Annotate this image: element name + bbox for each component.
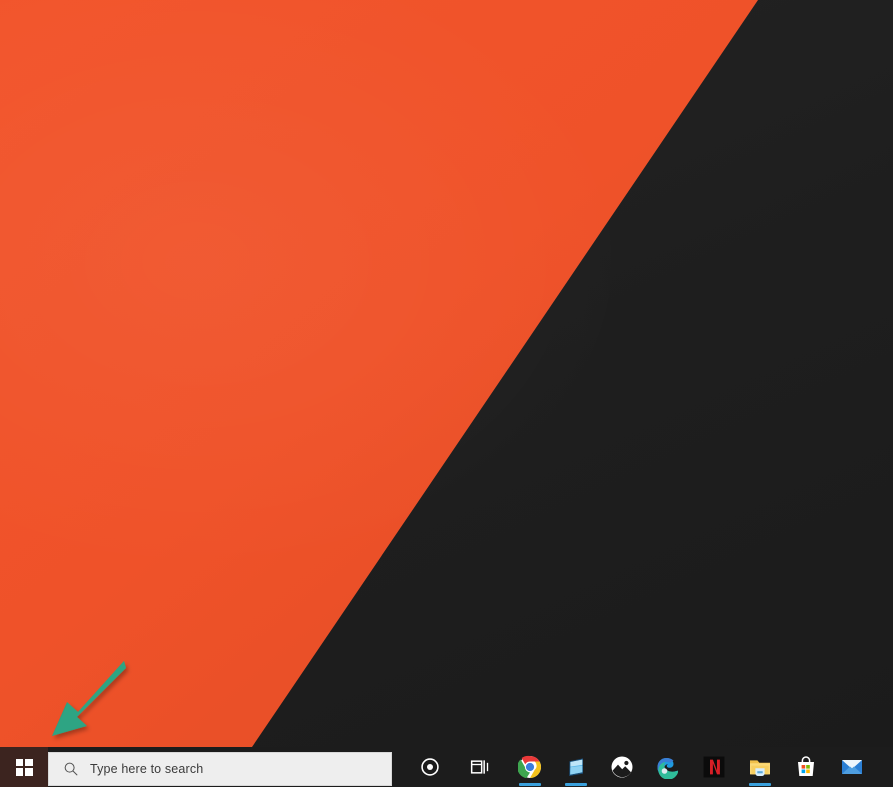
search-placeholder-text: Type here to search xyxy=(90,761,204,776)
netflix-button[interactable] xyxy=(694,747,734,787)
windows-logo-pane-2 xyxy=(25,758,33,766)
taskbar: Type here to search xyxy=(0,747,893,787)
running-indicator xyxy=(565,783,587,786)
mail-button[interactable] xyxy=(832,747,872,787)
chrome-button[interactable] xyxy=(510,747,550,787)
windows-logo-pane-1 xyxy=(15,758,23,766)
start-button[interactable] xyxy=(0,747,48,787)
edge-icon xyxy=(657,758,678,779)
desktop-wallpaper[interactable] xyxy=(0,0,893,747)
photos-button[interactable] xyxy=(602,747,642,787)
windows-logo-pane-4 xyxy=(25,768,33,776)
blue-window-icon xyxy=(569,758,583,776)
folder-icon xyxy=(750,760,770,776)
mail-envelope-icon xyxy=(842,760,862,774)
microsoft-store-button[interactable] xyxy=(786,747,826,787)
store-bag-icon xyxy=(798,756,814,776)
file-explorer-button[interactable] xyxy=(740,747,780,787)
search-input[interactable]: Type here to search xyxy=(48,751,392,786)
cortana-button[interactable] xyxy=(410,747,450,787)
window-app-button[interactable] xyxy=(556,747,596,787)
taskbar-buttons-area xyxy=(392,747,893,787)
running-indicator xyxy=(519,783,541,786)
task-view-icon xyxy=(470,760,489,774)
cortana-circle-icon xyxy=(421,758,439,776)
netflix-icon xyxy=(703,756,725,778)
windows-logo-icon xyxy=(15,758,33,776)
chrome-icon xyxy=(518,755,541,779)
edge-button[interactable] xyxy=(648,747,688,787)
windows-logo-pane-3 xyxy=(15,768,23,776)
photos-circle-icon xyxy=(611,756,633,778)
running-indicator xyxy=(749,783,771,786)
desktop-screen: Type here to search xyxy=(0,0,893,787)
task-view-button[interactable] xyxy=(460,747,500,787)
search-icon xyxy=(64,762,78,775)
